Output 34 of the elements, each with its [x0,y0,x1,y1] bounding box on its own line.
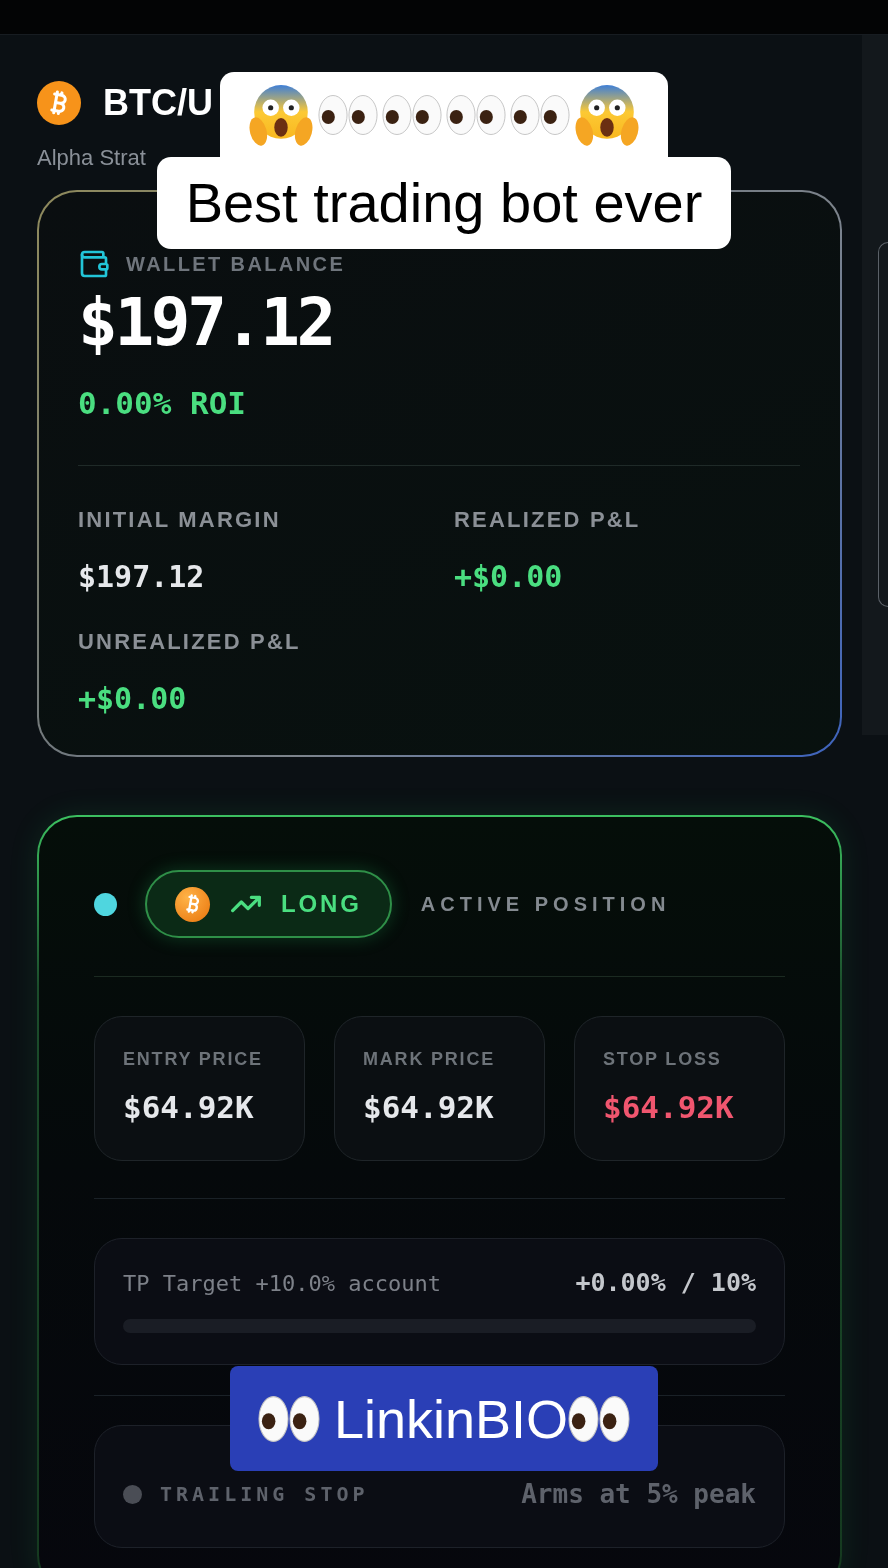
price-value: $64.92K [603,1092,734,1123]
stat-label: INITIAL MARGIN [78,507,281,533]
bitcoin-icon [175,886,210,922]
stat-value: +$0.00 [454,562,563,592]
stat-label: REALIZED P&L [454,507,641,533]
eyes-icon [510,94,570,135]
bitcoin-icon [37,81,81,125]
wallet-balance: $197.12 [78,284,334,361]
stat-value: $197.12 [78,562,205,592]
wallet-label: WALLET BALANCE [126,252,346,276]
caption-text: LinkinBIO [333,1391,569,1446]
eyes-icon [382,94,442,135]
eyes-icon [568,1395,631,1442]
price-value: $64.92K [363,1092,494,1123]
price-label: ENTRY PRICE [123,1048,263,1070]
price-label: STOP LOSS [603,1048,722,1070]
strategy-subtitle: Alpha Strat [37,145,146,170]
position-title: ACTIVE POSITION [420,892,671,917]
stat-label: UNREALIZED P&L [78,629,301,655]
price-label: MARK PRICE [363,1048,495,1070]
trailing-stop-reading: Arms at 5% peak [521,1477,756,1511]
trailing-stop-label: TRAILING STOP [160,1481,369,1508]
price-value: $64.92K [123,1092,254,1123]
tp-target-reading: +0.00% / 10% [575,1267,756,1300]
eyes-icon [446,94,506,135]
pair-title: BTC/U [103,81,213,125]
stat-value: +$0.00 [78,684,187,714]
roi-value: 0.00% ROI [78,385,246,421]
wallet-icon [78,248,110,280]
eyes-icon [318,94,378,135]
tp-target-label: TP Target +10.0% account [123,1269,441,1298]
side-label: LONG [281,892,362,916]
eyes-icon [257,1395,320,1442]
caption-text: Best trading bot ever [156,157,732,249]
